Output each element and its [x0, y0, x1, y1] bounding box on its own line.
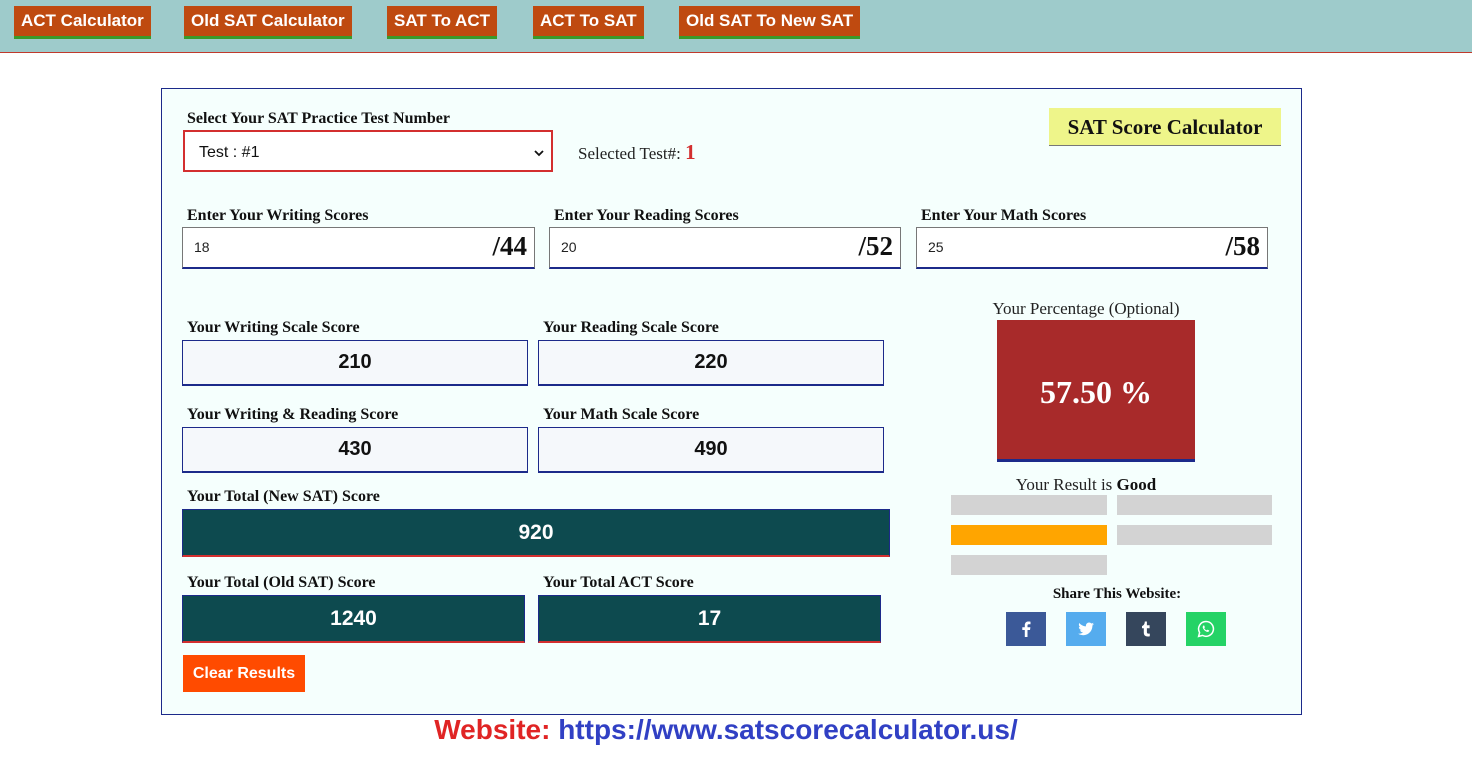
reading-scale-score: 220 [538, 340, 884, 386]
website-label: Website: [434, 714, 551, 745]
math-input-value: 25 [928, 239, 944, 255]
writing-scale-score: 210 [182, 340, 528, 386]
footer-website: Website: https://www.satscorecalculator.… [0, 714, 1452, 746]
math-score-input[interactable]: 25 /58 [916, 227, 1268, 269]
share-tumblr-button[interactable] [1126, 612, 1166, 646]
twitter-icon [1078, 622, 1094, 636]
total-act-label: Your Total ACT Score [543, 574, 694, 591]
clear-results-button[interactable]: Clear Results [183, 655, 305, 692]
share-twitter-button[interactable] [1066, 612, 1106, 646]
result-rating-label: Your Result is Good [942, 475, 1230, 495]
reading-score-input[interactable]: 20 /52 [549, 227, 901, 269]
selected-test-prefix: Selected Test#: [578, 144, 681, 163]
reading-input-value: 20 [561, 239, 577, 255]
total-new-sat-score: 920 [182, 509, 890, 557]
writing-input-value: 18 [194, 239, 210, 255]
nav-act-calculator[interactable]: ACT Calculator [14, 6, 151, 39]
writing-reading-label: Your Writing & Reading Score [187, 406, 399, 423]
website-url-link[interactable]: https://www.satscorecalculator.us/ [558, 714, 1018, 745]
calculator-card: Select Your SAT Practice Test Number Tes… [161, 88, 1302, 715]
rating-meter-bar-active [951, 525, 1107, 545]
total-new-sat-label: Your Total (New SAT) Score [187, 488, 380, 505]
math-input-label: Enter Your Math Scores [921, 207, 1087, 224]
selected-test-number: 1 [685, 140, 696, 164]
share-facebook-button[interactable] [1006, 612, 1046, 646]
percentage-label: Your Percentage (Optional) [992, 299, 1180, 318]
math-scale-score: 490 [538, 427, 884, 473]
share-whatsapp-button[interactable] [1186, 612, 1226, 646]
chevron-down-icon [533, 146, 545, 164]
writing-input-label: Enter Your Writing Scores [187, 207, 369, 224]
test-select-value: Test : #1 [199, 144, 260, 161]
reading-max-score: /52 [858, 231, 893, 261]
rating-meter-bar [1117, 495, 1272, 515]
reading-input-label: Enter Your Reading Scores [554, 207, 739, 224]
facebook-icon [1022, 621, 1031, 637]
top-nav-bar: ACT Calculator Old SAT Calculator SAT To… [0, 0, 1472, 53]
reading-scale-label: Your Reading Scale Score [543, 319, 719, 336]
math-max-score: /58 [1225, 231, 1260, 261]
writing-score-input[interactable]: 18 /44 [182, 227, 535, 269]
page-title: SAT Score Calculator [1049, 108, 1281, 146]
rating-meter-bar [951, 555, 1107, 575]
rating-meter-bar [951, 495, 1107, 515]
total-old-sat-score: 1240 [182, 595, 525, 643]
writing-scale-label: Your Writing Scale Score [187, 319, 360, 336]
rating-meter-bar [1117, 525, 1272, 545]
nav-old-sat-to-new-sat[interactable]: Old SAT To New SAT [679, 6, 861, 39]
share-label: Share This Website: [1052, 586, 1182, 602]
math-scale-label: Your Math Scale Score [543, 406, 700, 423]
selected-test-indicator: Selected Test#: 1 [578, 140, 696, 165]
result-rating-prefix: Your Result is [1015, 475, 1113, 494]
whatsapp-icon [1197, 620, 1215, 638]
writing-max-score: /44 [492, 231, 527, 261]
test-number-select[interactable]: Test : #1 [183, 130, 553, 172]
percentage-value: 57.50 % [997, 320, 1195, 462]
total-act-score: 17 [538, 595, 881, 643]
result-rating-value: Good [1116, 475, 1157, 494]
test-select-label: Select Your SAT Practice Test Number [187, 110, 450, 127]
nav-old-sat-calculator[interactable]: Old SAT Calculator [184, 6, 352, 39]
total-old-sat-label: Your Total (Old SAT) Score [187, 574, 376, 591]
tumblr-icon [1142, 621, 1150, 637]
writing-reading-score: 430 [182, 427, 528, 473]
nav-sat-to-act[interactable]: SAT To ACT [387, 6, 497, 39]
nav-act-to-sat[interactable]: ACT To SAT [533, 6, 644, 39]
